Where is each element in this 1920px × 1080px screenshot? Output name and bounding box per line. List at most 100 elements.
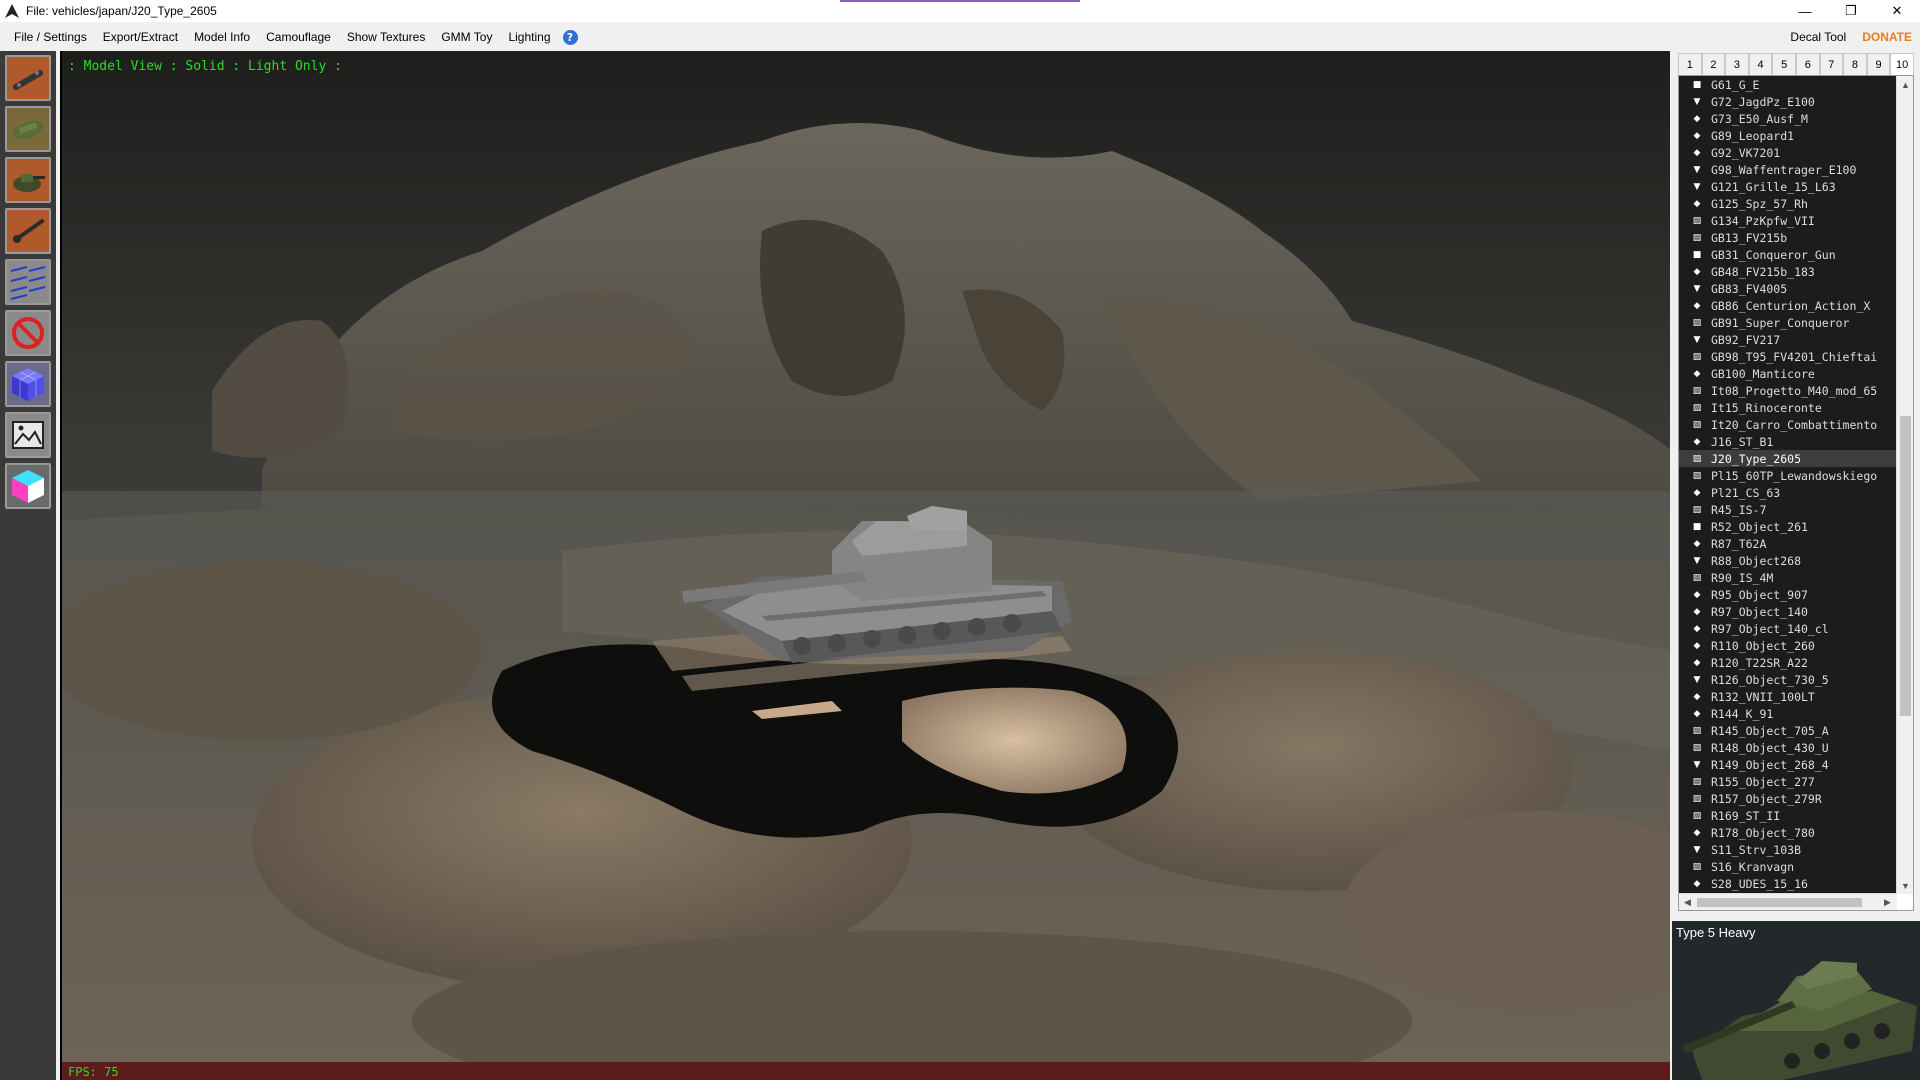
list-item[interactable]: ▨ R169_ST_II	[1679, 807, 1897, 824]
menu-lighting[interactable]: Lighting	[500, 26, 558, 48]
list-item[interactable]: ▨ R155_Object_277	[1679, 773, 1897, 790]
list-item[interactable]: ◆ S28_UDES_15_16	[1679, 875, 1897, 892]
tab-4[interactable]: 4	[1748, 53, 1773, 75]
list-item[interactable]: ◆ G73_E50_Ausf_M	[1679, 110, 1897, 127]
hull-icon[interactable]	[5, 106, 51, 152]
list-item[interactable]: ▨ G134_PzKpfw_VII	[1679, 212, 1897, 229]
list-item-label: GB91_Super_Conqueror	[1711, 315, 1850, 330]
triangle-icon: ▼	[1693, 164, 1701, 175]
tab-3[interactable]: 3	[1725, 53, 1749, 75]
scroll-down-icon[interactable]: ▼	[1897, 877, 1913, 894]
tab-5[interactable]: 5	[1772, 53, 1796, 75]
color-cube-icon[interactable]	[5, 463, 51, 509]
list-item[interactable]: ▨ GB98_T95_FV4201_Chieftai	[1679, 348, 1897, 365]
donate-button[interactable]: DONATE	[1858, 30, 1920, 44]
menu-show-textures[interactable]: Show Textures	[339, 26, 434, 48]
list-item[interactable]: ◆ J16_ST_B1	[1679, 433, 1897, 450]
tab-9[interactable]: 9	[1866, 53, 1891, 75]
list-item[interactable]: ◆ R97_Object_140_cl	[1679, 620, 1897, 637]
menu-gmm-toy[interactable]: GMM Toy	[433, 26, 500, 48]
list-item[interactable]: ◆ GB86_Centurion_Action_X	[1679, 297, 1897, 314]
list-item[interactable]: ▨ Pl15_60TP_Lewandowskiego	[1679, 467, 1897, 484]
stripes-icon: ▨	[1692, 810, 1702, 821]
list-item[interactable]: ■ R52_Object_261	[1679, 518, 1897, 535]
list-item[interactable]: ◆ R97_Object_140	[1679, 603, 1897, 620]
list-item[interactable]: ◆ GB100_Manticore	[1679, 365, 1897, 382]
menu-file-settings[interactable]: File / Settings	[6, 26, 95, 48]
scroll-left-icon[interactable]: ◀	[1679, 894, 1696, 910]
menu-export-extract[interactable]: Export/Extract	[95, 26, 186, 48]
list-item[interactable]: ◆ GB48_FV215b_183	[1679, 263, 1897, 280]
list-item[interactable]: ▨ R45_IS-7	[1679, 501, 1897, 518]
list-item[interactable]: ▨ J20_Type_2605	[1679, 450, 1897, 467]
list-item-label: J16_ST_B1	[1711, 434, 1774, 449]
list-item[interactable]: ◆ R178_Object_780	[1679, 824, 1897, 841]
list-item[interactable]: ◆ G89_Leopard1	[1679, 127, 1897, 144]
list-item[interactable]: ◆ G92_VK7201	[1679, 144, 1897, 161]
list-item[interactable]: ◆ R144_K_91	[1679, 705, 1897, 722]
list-item[interactable]: ▨ GB91_Super_Conqueror	[1679, 314, 1897, 331]
list-item[interactable]: ◆ G125_Spz_57_Rh	[1679, 195, 1897, 212]
vertical-scrollbar[interactable]: ▲ ▼	[1896, 76, 1913, 894]
list-item[interactable]: ▼ G72_JagdPz_E100	[1679, 93, 1897, 110]
gun-icon[interactable]	[5, 208, 51, 254]
tab-8[interactable]: 8	[1843, 53, 1867, 75]
triangle-icon: ▼	[1693, 844, 1701, 855]
stripes-icon: ▨	[1692, 572, 1702, 583]
list-item[interactable]: ▨ It15_Rinoceronte	[1679, 399, 1897, 416]
chassis-icon[interactable]	[5, 55, 51, 101]
decal-tool-button[interactable]: Decal Tool	[1778, 30, 1858, 44]
menu-camouflage[interactable]: Camouflage	[258, 26, 339, 48]
list-item[interactable]: ▼ R88_Object268	[1679, 552, 1897, 569]
diamond-icon: ◆	[1693, 878, 1701, 889]
horizontal-scroll-thumb[interactable]	[1697, 898, 1862, 907]
list-item[interactable]: ▨ It08_Progetto_M40_mod_65	[1679, 382, 1897, 399]
list-item[interactable]: ▼ R126_Object_730_5	[1679, 671, 1897, 688]
tab-2[interactable]: 2	[1701, 53, 1726, 75]
list-item[interactable]: ◆ R132_VNII_100LT	[1679, 688, 1897, 705]
title-bar: File: vehicles/japan/J20_Type_2605 — ❐ ✕	[0, 0, 1920, 22]
list-item[interactable]: ◆ R95_Object_907	[1679, 586, 1897, 603]
list-item[interactable]: ◆ R87_T62A	[1679, 535, 1897, 552]
horizontal-scrollbar[interactable]: ◀ ▶	[1679, 893, 1897, 910]
menu-model-info[interactable]: Model Info	[186, 26, 258, 48]
list-item[interactable]: ▨ S16_Kranvagn	[1679, 858, 1897, 875]
scroll-up-icon[interactable]: ▲	[1897, 76, 1913, 93]
list-item[interactable]: ▼ G121_Grille_15_L63	[1679, 178, 1897, 195]
help-icon[interactable]: ?	[562, 29, 578, 45]
list-item-label: GB13_FV215b	[1711, 230, 1788, 245]
vertical-scroll-thumb[interactable]	[1900, 416, 1911, 716]
no-camo-icon[interactable]	[5, 310, 51, 356]
list-item-label: GB31_Conqueror_Gun	[1711, 247, 1836, 262]
list-item[interactable]: ▨ R157_Object_279R	[1679, 790, 1897, 807]
tab-10[interactable]: 10	[1890, 53, 1914, 75]
grid-icon[interactable]	[5, 259, 51, 305]
tab-6[interactable]: 6	[1795, 53, 1820, 75]
tab-1[interactable]: 1	[1678, 53, 1702, 75]
list-item[interactable]: ▨ R90_IS_4M	[1679, 569, 1897, 586]
list-item[interactable]: ◆ R110_Object_260	[1679, 637, 1897, 654]
turret-icon[interactable]	[5, 157, 51, 203]
list-item[interactable]: ▼ R149_Object_268_4	[1679, 756, 1897, 773]
maximize-button[interactable]: ❐	[1828, 0, 1874, 22]
list-item[interactable]: ▼ GB83_FV4005	[1679, 280, 1897, 297]
list-item[interactable]: ■ G61_G_E	[1679, 76, 1897, 93]
list-item[interactable]: ◆ Pl21_CS_63	[1679, 484, 1897, 501]
image-icon[interactable]	[5, 412, 51, 458]
list-item[interactable]: ◆ R120_T22SR_A22	[1679, 654, 1897, 671]
triangle-icon: ▼	[1693, 96, 1701, 107]
scroll-right-icon[interactable]: ▶	[1879, 894, 1896, 910]
list-item[interactable]: ▨ It20_Carro_Combattimento	[1679, 416, 1897, 433]
close-button[interactable]: ✕	[1874, 0, 1920, 22]
list-item[interactable]: ▼ G98_Waffentrager_E100	[1679, 161, 1897, 178]
list-item[interactable]: ▨ R145_Object_705_A	[1679, 722, 1897, 739]
list-item[interactable]: ▼ GB92_FV217	[1679, 331, 1897, 348]
list-item[interactable]: ▨ GB13_FV215b	[1679, 229, 1897, 246]
minimize-button[interactable]: —	[1782, 0, 1828, 22]
tab-7[interactable]: 7	[1819, 53, 1844, 75]
list-item[interactable]: ■ GB31_Conqueror_Gun	[1679, 246, 1897, 263]
list-item[interactable]: ▼ S11_Strv_103B	[1679, 841, 1897, 858]
list-item[interactable]: ▨ R148_Object_430_U	[1679, 739, 1897, 756]
cube-texture-icon[interactable]	[5, 361, 51, 407]
model-viewport[interactable]: : Model View : Solid : Light Only : FPS:…	[60, 51, 1670, 1080]
